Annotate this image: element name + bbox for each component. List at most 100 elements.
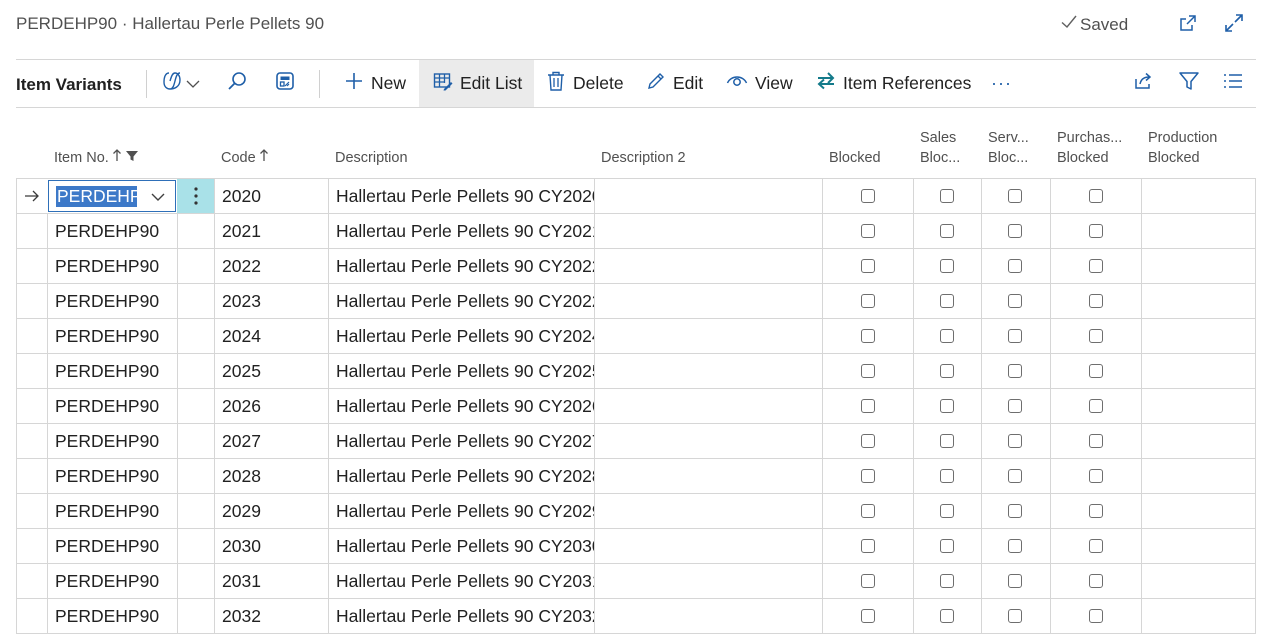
table-row[interactable]: PERDEHP90 2031 Hallertau Perle Pellets 90 … [16, 564, 1256, 599]
service-blocked-checkbox[interactable] [1008, 259, 1022, 273]
blocked-checkbox[interactable] [861, 189, 875, 203]
column-header-production-blocked[interactable]: Production Blocked [1148, 128, 1217, 168]
description-cell[interactable]: Hallertau Perle Pellets 90 CY2029 [328, 494, 594, 528]
description-cell[interactable]: Hallertau Perle Pellets 90 CY2022 [328, 249, 594, 283]
description-2-cell[interactable] [594, 424, 822, 458]
purchasing-blocked-checkbox[interactable] [1089, 224, 1103, 238]
service-blocked-checkbox[interactable] [1008, 189, 1022, 203]
service-blocked-checkbox[interactable] [1008, 469, 1022, 483]
sales-blocked-checkbox[interactable] [940, 294, 954, 308]
service-blocked-checkbox[interactable] [1008, 399, 1022, 413]
description-cell[interactable]: Hallertau Perle Pellets 90 CY2026 [328, 389, 594, 423]
description-cell[interactable]: Hallertau Perle Pellets 90 CY2027 [328, 424, 594, 458]
code-cell[interactable]: 2030 [214, 529, 328, 563]
item-no-cell[interactable]: PERDEHP90 [47, 459, 177, 493]
code-cell[interactable]: 2021 [214, 214, 328, 248]
sales-blocked-checkbox[interactable] [940, 609, 954, 623]
description-cell[interactable]: Hallertau Perle Pellets 90 CY2022 [328, 284, 594, 318]
code-cell[interactable]: 2031 [214, 564, 328, 598]
code-cell[interactable]: 2023 [214, 284, 328, 318]
table-row[interactable]: PERDEHP90 2030 Hallertau Perle Pellets 90 … [16, 529, 1256, 564]
blocked-checkbox[interactable] [861, 609, 875, 623]
column-header-blocked[interactable]: Blocked [829, 148, 881, 168]
row-actions-cell[interactable] [177, 284, 214, 318]
item-no-cell[interactable]: PERDEHP90 [47, 424, 177, 458]
service-blocked-checkbox[interactable] [1008, 329, 1022, 343]
view-button[interactable]: View [726, 60, 793, 107]
item-no-cell[interactable]: PERDEHP90 [47, 214, 177, 248]
sales-blocked-checkbox[interactable] [940, 364, 954, 378]
row-actions-cell[interactable] [177, 459, 214, 493]
description-2-cell[interactable] [594, 599, 822, 633]
blocked-checkbox[interactable] [861, 469, 875, 483]
purchasing-blocked-checkbox[interactable] [1089, 574, 1103, 588]
sales-blocked-checkbox[interactable] [940, 259, 954, 273]
more-options-button[interactable]: ··· [991, 60, 1012, 107]
new-button[interactable]: New [344, 60, 406, 107]
table-row[interactable]: PERDEHP90 2026 Hallertau Perle Pellets 90 … [16, 389, 1256, 424]
row-actions-cell[interactable] [177, 214, 214, 248]
column-header-code[interactable]: Code [221, 148, 269, 168]
code-cell[interactable]: 2028 [214, 459, 328, 493]
purchasing-blocked-checkbox[interactable] [1089, 434, 1103, 448]
open-new-window-icon[interactable] [1176, 11, 1200, 35]
sales-blocked-checkbox[interactable] [940, 189, 954, 203]
row-actions-cell[interactable] [177, 494, 214, 528]
sales-blocked-checkbox[interactable] [940, 574, 954, 588]
description-2-cell[interactable] [594, 249, 822, 283]
service-blocked-checkbox[interactable] [1008, 539, 1022, 553]
blocked-checkbox[interactable] [861, 504, 875, 518]
description-cell[interactable]: Hallertau Perle Pellets 90 CY2020 [328, 179, 594, 213]
service-blocked-checkbox[interactable] [1008, 434, 1022, 448]
table-row[interactable]: PERDEHP90 2024 Hallertau Perle Pellets 90 … [16, 319, 1256, 354]
edit-button[interactable]: Edit [646, 60, 703, 107]
column-header-purchasing-blocked[interactable]: Purchas... Blocked [1057, 128, 1122, 168]
item-no-input[interactable]: PERDEHP9 [48, 180, 176, 212]
description-2-cell[interactable] [594, 389, 822, 423]
purchasing-blocked-checkbox[interactable] [1089, 189, 1103, 203]
purchasing-blocked-checkbox[interactable] [1089, 399, 1103, 413]
item-no-cell[interactable]: PERDEHP90 [47, 319, 177, 353]
table-row[interactable]: PERDEHP90 2032 Hallertau Perle Pellets 90 … [16, 599, 1256, 634]
sales-blocked-checkbox[interactable] [940, 399, 954, 413]
purchasing-blocked-checkbox[interactable] [1089, 609, 1103, 623]
blocked-checkbox[interactable] [861, 259, 875, 273]
service-blocked-checkbox[interactable] [1008, 364, 1022, 378]
sales-blocked-checkbox[interactable] [940, 224, 954, 238]
code-cell[interactable]: 2029 [214, 494, 328, 528]
description-2-cell[interactable] [594, 354, 822, 388]
item-references-button[interactable]: Item References [816, 60, 971, 107]
description-2-cell[interactable] [594, 284, 822, 318]
table-row[interactable]: PERDEHP90 2025 Hallertau Perle Pellets 90 … [16, 354, 1256, 389]
blocked-checkbox[interactable] [861, 574, 875, 588]
blocked-checkbox[interactable] [861, 224, 875, 238]
table-row[interactable]: PERDEHP90 2021 Hallertau Perle Pellets 90 … [16, 214, 1256, 249]
description-2-cell[interactable] [594, 319, 822, 353]
purchasing-blocked-checkbox[interactable] [1089, 294, 1103, 308]
description-2-cell[interactable] [594, 529, 822, 563]
code-cell[interactable]: 2022 [214, 249, 328, 283]
code-cell[interactable]: 2027 [214, 424, 328, 458]
description-2-cell[interactable] [594, 179, 822, 213]
sales-blocked-checkbox[interactable] [940, 504, 954, 518]
item-no-cell[interactable]: PERDEHP90 [47, 389, 177, 423]
service-blocked-checkbox[interactable] [1008, 294, 1022, 308]
blocked-checkbox[interactable] [861, 294, 875, 308]
code-cell[interactable]: 2025 [214, 354, 328, 388]
edit-list-button[interactable]: Edit List [419, 60, 535, 107]
column-header-sales-blocked[interactable]: Sales Bloc... [920, 128, 960, 168]
table-row[interactable]: PERDEHP90 2028 Hallertau Perle Pellets 90 … [16, 459, 1256, 494]
table-row[interactable]: PERDEHP90 2029 Hallertau Perle Pellets 90 … [16, 494, 1256, 529]
description-cell[interactable]: Hallertau Perle Pellets 90 CY2024 [328, 319, 594, 353]
description-cell[interactable]: Hallertau Perle Pellets 90 CY2021 [328, 214, 594, 248]
service-blocked-checkbox[interactable] [1008, 504, 1022, 518]
table-row-selected[interactable]: PERDEHP9 2020 Hallertau Perle Pellets 90… [16, 179, 1256, 214]
description-cell[interactable]: Hallertau Perle Pellets 90 CY2030 [328, 529, 594, 563]
description-cell[interactable]: Hallertau Perle Pellets 90 CY2031 [328, 564, 594, 598]
service-blocked-checkbox[interactable] [1008, 574, 1022, 588]
description-cell[interactable]: Hallertau Perle Pellets 90 CY2032 [328, 599, 594, 633]
purchasing-blocked-checkbox[interactable] [1089, 539, 1103, 553]
column-header-item-no[interactable]: Item No. [54, 148, 139, 168]
code-cell[interactable]: 2020 [214, 179, 328, 213]
sales-blocked-checkbox[interactable] [940, 539, 954, 553]
